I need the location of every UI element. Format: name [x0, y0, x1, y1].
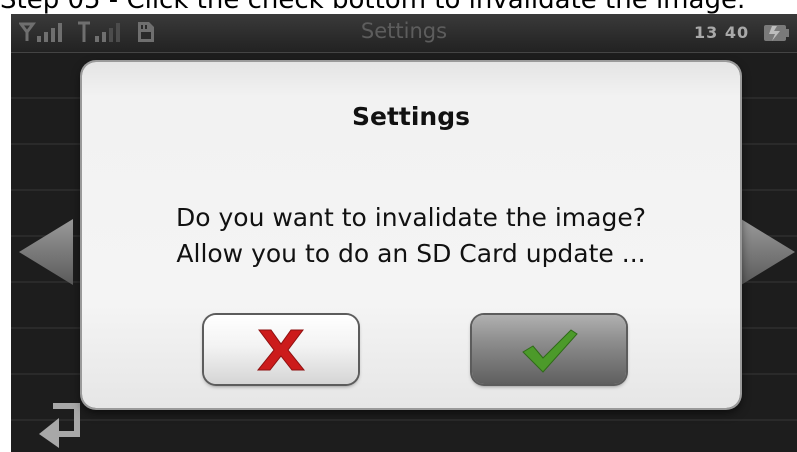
- page: Step 05 - Click the check bottom to inva…: [0, 0, 797, 452]
- green-check-icon: [522, 328, 578, 373]
- screen-title: Settings: [360, 19, 448, 43]
- confirm-button[interactable]: [472, 315, 626, 384]
- cancel-button[interactable]: [204, 315, 358, 384]
- device-screen: Settings 13 40 Settings Do you want to i…: [11, 14, 797, 452]
- back-return-icon[interactable]: [37, 402, 83, 452]
- right-arrow-icon[interactable]: [741, 217, 797, 291]
- battery-icon: [763, 22, 791, 46]
- clock: 13 40: [694, 23, 750, 42]
- dialog-message-line-2: Allow you to do an SD Card update ...: [176, 239, 646, 268]
- left-arrow-icon[interactable]: [17, 217, 75, 291]
- status-bar: Settings 13 40: [11, 14, 797, 53]
- settings-dialog: Settings Do you want to invalidate the i…: [82, 62, 740, 408]
- red-x-icon: [256, 329, 306, 370]
- dialog-message-line-1: Do you want to invalidate the image?: [175, 203, 646, 232]
- dialog-message: Do you want to invalidate the image? All…: [82, 200, 740, 272]
- dialog-title: Settings: [351, 102, 470, 131]
- instruction-caption: Step 05 - Click the check bottom to inva…: [0, 0, 797, 14]
